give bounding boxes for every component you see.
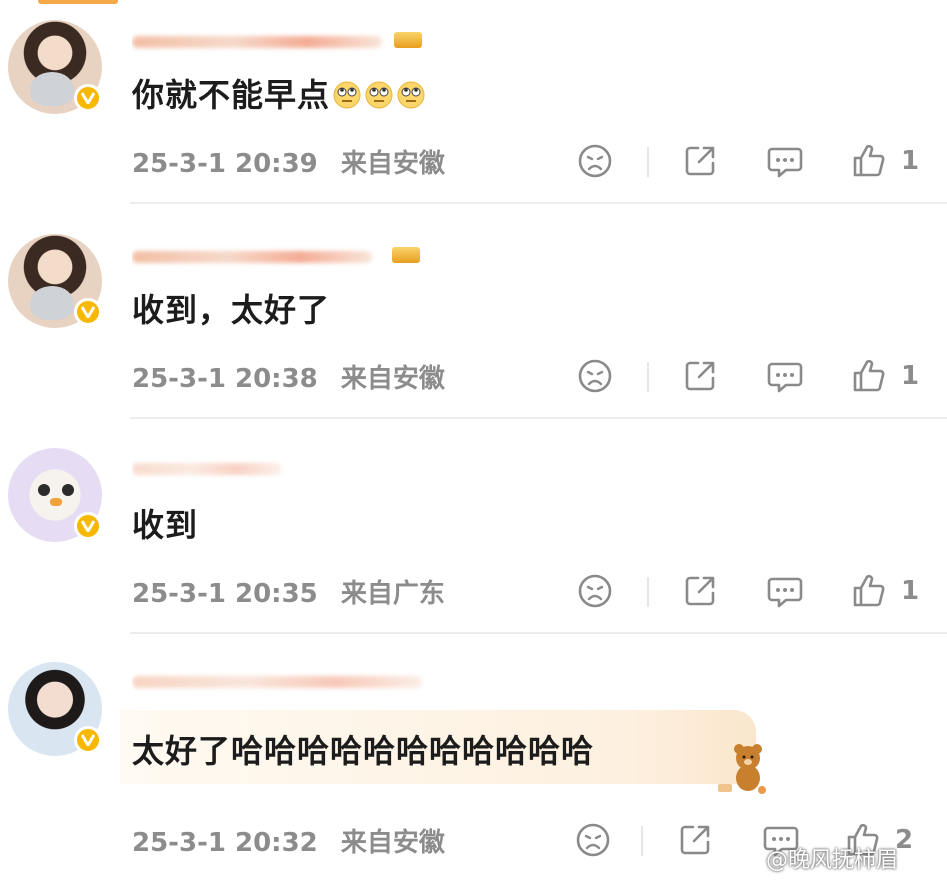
like-icon: [853, 359, 885, 392]
reply-icon: [767, 577, 803, 608]
username-redacted[interactable]: [132, 28, 432, 54]
comment-time: 25-3-1 20:32: [132, 828, 318, 858]
like-icon: [853, 574, 885, 607]
comment-actions: 1: [575, 354, 947, 398]
verified-badge-icon: [74, 726, 102, 754]
like-button[interactable]: 1: [851, 139, 919, 183]
watermark: @晚风抚柿眉: [740, 842, 898, 877]
username-redacted[interactable]: [132, 668, 432, 694]
like-button[interactable]: 1: [851, 354, 919, 398]
like-button[interactable]: 1: [851, 569, 919, 613]
comment-location: 来自广东: [340, 579, 445, 609]
bear-sticker-icon: [712, 742, 772, 802]
comment-meta: 25-3-1 20:35 来自广东: [132, 573, 445, 610]
comment-actions: 1: [575, 139, 947, 183]
avatar[interactable]: [8, 234, 102, 328]
share-button[interactable]: [682, 569, 718, 613]
watermark-text: @晚风抚柿眉: [766, 848, 899, 873]
rolling-eyes-emoji-icon: [330, 76, 426, 114]
reply-icon: [767, 147, 803, 178]
comment-time: 25-3-1 20:38: [132, 364, 318, 394]
reply-button[interactable]: [766, 354, 804, 398]
verified-badge-icon: [74, 298, 102, 326]
comment-text: 你就不能早点: [132, 70, 426, 116]
share-icon: [685, 361, 715, 391]
like-count: 1: [901, 146, 920, 176]
active-tab-indicator: [38, 0, 118, 4]
comment-location: 来自安徽: [340, 364, 445, 394]
comment-meta: 25-3-1 20:32 来自安徽: [132, 822, 445, 859]
action-divider: [647, 362, 649, 392]
reply-button[interactable]: [766, 569, 804, 613]
weibo-logo-icon: [740, 851, 764, 877]
dislike-button[interactable]: [575, 818, 611, 862]
comment-location: 来自安徽: [340, 828, 445, 858]
reply-button[interactable]: [766, 139, 804, 183]
dislike-button[interactable]: [577, 354, 613, 398]
comment-meta: 25-3-1 20:39 来自安徽: [132, 143, 445, 180]
like-icon: [853, 144, 885, 177]
comment-text: 太好了哈哈哈哈哈哈哈哈哈哈哈: [132, 732, 595, 770]
reply-icon: [767, 362, 803, 393]
comment-actions: 1: [575, 569, 947, 613]
comment-time: 25-3-1 20:35: [132, 579, 318, 609]
dislike-button[interactable]: [577, 139, 613, 183]
comment-time: 25-3-1 20:39: [132, 149, 318, 179]
comment-location: 来自安徽: [340, 149, 445, 179]
comment-divider: [130, 632, 947, 634]
share-button[interactable]: [682, 139, 718, 183]
comment-text: 收到: [132, 506, 199, 544]
dislike-icon: [578, 144, 612, 178]
like-count: 1: [901, 361, 920, 391]
username-redacted[interactable]: [132, 243, 432, 269]
verified-badge-icon: [74, 512, 102, 540]
dislike-icon: [578, 574, 612, 608]
share-icon: [680, 825, 710, 855]
action-divider: [647, 147, 649, 177]
avatar[interactable]: [8, 448, 102, 542]
dislike-button[interactable]: [577, 569, 613, 613]
username-redacted[interactable]: [132, 455, 432, 481]
share-button[interactable]: [682, 354, 718, 398]
comment-divider: [130, 417, 947, 419]
share-icon: [685, 146, 715, 176]
action-divider: [641, 826, 643, 856]
comment-meta: 25-3-1 20:38 来自安徽: [132, 358, 445, 395]
action-divider: [647, 577, 649, 607]
avatar[interactable]: [8, 20, 102, 114]
share-icon: [685, 576, 715, 606]
comment-text: 收到，太好了: [132, 291, 331, 329]
share-button[interactable]: [677, 818, 713, 862]
like-count: 1: [901, 576, 920, 606]
verified-badge-icon: [74, 84, 102, 112]
dislike-icon: [576, 823, 610, 857]
comment-divider: [130, 202, 947, 204]
dislike-icon: [578, 359, 612, 393]
avatar[interactable]: [8, 662, 102, 756]
